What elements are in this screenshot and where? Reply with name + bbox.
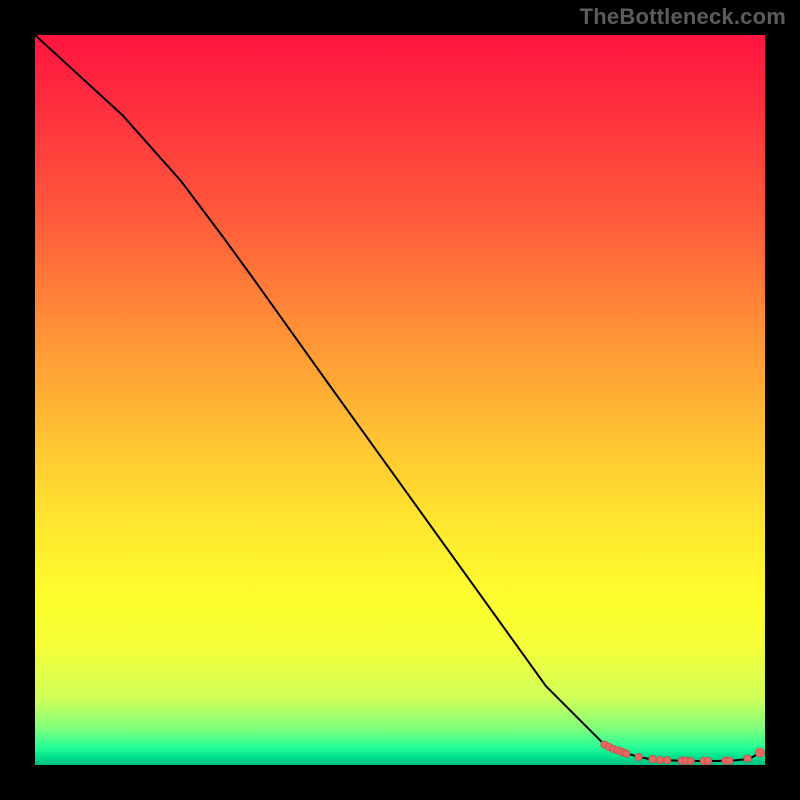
marker-dot <box>755 748 764 757</box>
marker-group <box>601 741 765 765</box>
marker-dot <box>623 750 630 757</box>
marker-dot <box>664 757 671 764</box>
chart-frame: TheBottleneck.com <box>0 0 800 800</box>
bottleneck-curve <box>35 35 760 761</box>
marker-dot <box>726 757 733 764</box>
marker-dot <box>744 755 751 762</box>
marker-dot <box>704 757 711 764</box>
marker-dot <box>687 757 694 764</box>
marker-dot <box>635 753 642 760</box>
marker-dot <box>656 756 663 763</box>
plot-svg <box>35 35 765 765</box>
marker-dot <box>649 756 656 763</box>
watermark-text: TheBottleneck.com <box>580 4 786 30</box>
plot-area <box>35 35 765 765</box>
